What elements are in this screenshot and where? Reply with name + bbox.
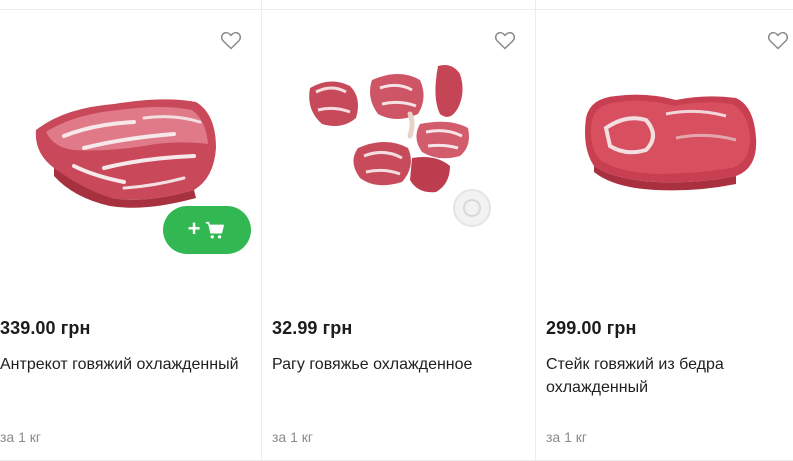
- add-to-cart-button[interactable]: +: [163, 206, 251, 254]
- column-divider: [535, 0, 536, 10]
- beef-ragout-image[interactable]: [300, 58, 500, 248]
- previous-row-edge: [0, 0, 793, 10]
- product-price: 32.99 грн: [272, 318, 353, 338]
- beef-thigh-steak-image[interactable]: [576, 58, 766, 248]
- plus-label: +: [187, 216, 201, 241]
- product-title[interactable]: Антрекот говяжий охлажденный: [0, 353, 250, 376]
- product-grid: + 339.00 грн Антрекот говяжий охлажденны…: [0, 10, 793, 461]
- product-unit: за 1 кг: [0, 429, 42, 445]
- product-card[interactable]: + 339.00 грн Антрекот говяжий охлажденны…: [0, 10, 262, 461]
- product-card[interactable]: 32.99 грн Рагу говяжье охлажденное за 1 …: [262, 10, 536, 461]
- product-card[interactable]: 299.00 грн Стейк говяжий из бедра охлажд…: [536, 10, 793, 461]
- product-unit: за 1 кг: [272, 429, 314, 445]
- column-divider: [261, 0, 262, 10]
- product-unit: за 1 кг: [546, 429, 588, 445]
- heart-outline-icon[interactable]: [766, 28, 790, 52]
- product-title[interactable]: Стейк говяжий из бедра охлажденный: [546, 353, 786, 399]
- product-title[interactable]: Рагу говяжье охлажденное: [272, 353, 522, 376]
- product-price: 299.00 грн: [546, 318, 637, 338]
- product-price: 339.00 грн: [0, 318, 91, 338]
- cart-icon: [206, 221, 225, 239]
- heart-outline-icon[interactable]: [219, 28, 243, 52]
- heart-outline-icon[interactable]: [493, 28, 517, 52]
